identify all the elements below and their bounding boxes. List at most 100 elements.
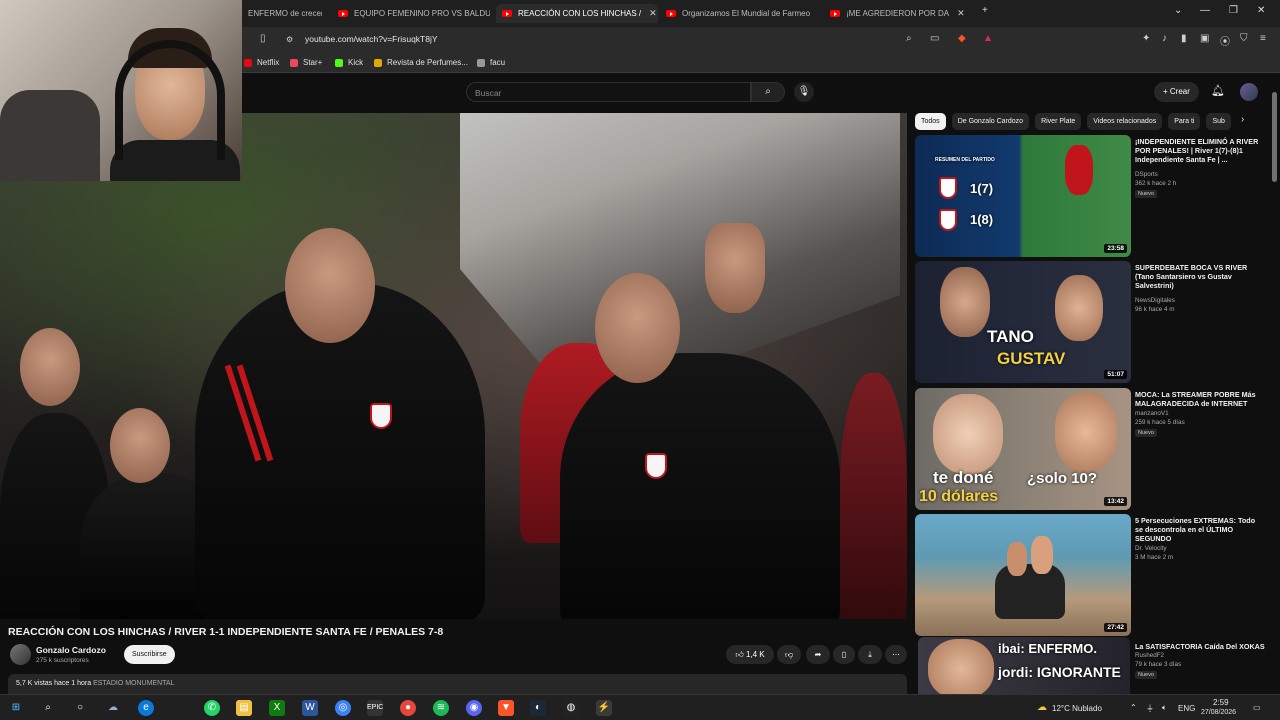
minimize-icon[interactable]: —: [1200, 5, 1210, 16]
brave-icon[interactable]: ▼: [498, 700, 514, 716]
excel-icon[interactable]: X: [269, 700, 285, 716]
video-card-title[interactable]: MOCA: La STREAMER POBRE Más MALAGRADECID…: [1135, 390, 1265, 408]
video-card-title[interactable]: 5 Persecuciones EXTREMAS: Todo se descon…: [1135, 516, 1265, 543]
video-thumbnail[interactable]: RESUMEN DEL PARTIDO 1(7) 1(8) 23:58: [915, 135, 1131, 257]
related-video-card[interactable]: RESUMEN DEL PARTIDO 1(7) 1(8) 23:58 ¡IND…: [915, 135, 1270, 257]
bookmark-netflix[interactable]: Netflix: [244, 58, 279, 67]
word-icon[interactable]: W: [302, 700, 318, 716]
share-button[interactable]: ➦: [806, 645, 830, 664]
discord-icon[interactable]: ◉: [466, 700, 482, 716]
maximize-icon[interactable]: ❐: [1229, 5, 1238, 16]
app-icon[interactable]: ⚡: [596, 700, 612, 716]
video-card-channel[interactable]: NewsDigitales: [1135, 297, 1175, 304]
rewards-icon[interactable]: ▲: [983, 33, 993, 44]
tab-2[interactable]: EQUIPO FEMENINO PRO VS BALDU,: [332, 4, 490, 23]
dislike-button[interactable]: 👎︎: [777, 645, 801, 664]
search-icon[interactable]: ⌕: [40, 700, 56, 716]
bookmark-facu[interactable]: facu: [477, 58, 505, 67]
chevron-down-icon[interactable]: ⌄: [1174, 5, 1182, 16]
tab-4[interactable]: Organizamos El Mundial de Farmeo: [660, 4, 816, 23]
bookmark-folder[interactable]: Revista de Perfumes...: [374, 58, 468, 67]
bell-icon[interactable]: 🔔︎: [1211, 84, 1225, 97]
epic-games-icon[interactable]: EPIC: [367, 700, 383, 716]
video-thumbnail[interactable]: te doné ¿solo 10? 10 dólares 13:42: [915, 388, 1131, 510]
zoom-icon[interactable]: ⌕: [906, 33, 912, 44]
wallet-icon[interactable]: ▣: [1200, 33, 1209, 44]
new-tab-icon[interactable]: +: [982, 5, 988, 16]
weather-icon[interactable]: ☁: [1034, 700, 1050, 716]
like-button[interactable]: 👍︎ 1,4 K: [726, 645, 774, 664]
download-button[interactable]: ⤓: [858, 645, 882, 664]
task-view-icon[interactable]: ○: [72, 700, 88, 716]
close-icon[interactable]: ✕: [649, 8, 657, 19]
search-input[interactable]: Buscar: [466, 82, 751, 102]
bookmark-kick[interactable]: Kick: [335, 58, 363, 67]
url-field[interactable]: youtube.com/watch?v=FrisuqkT8jY: [305, 34, 438, 44]
video-card-channel[interactable]: Dr. Velocity: [1135, 545, 1167, 552]
subscribe-button[interactable]: Suscribirse: [124, 645, 175, 664]
channel-name[interactable]: Gonzalo Cardozo: [36, 645, 106, 655]
chip-channel[interactable]: De Gonzalo Cardozo: [951, 113, 1030, 130]
app-icon[interactable]: ◎: [335, 700, 351, 716]
vpn-icon[interactable]: ⦿: [1220, 33, 1230, 48]
weather-text[interactable]: 12°C Nublado: [1052, 704, 1102, 713]
language-indicator[interactable]: ENG: [1178, 704, 1195, 713]
chip-related[interactable]: Videos relacionados: [1087, 113, 1163, 130]
music-icon[interactable]: ♪: [1162, 33, 1167, 44]
video-thumbnail[interactable]: TANO GUSTAV 51:07: [915, 261, 1131, 383]
page-scrollbar[interactable]: [1272, 92, 1277, 182]
create-button[interactable]: + Crear: [1154, 82, 1199, 102]
video-card-channel[interactable]: RushedF2: [1135, 652, 1164, 659]
sidebar-icon[interactable]: ▮: [1181, 33, 1187, 44]
search-button[interactable]: ⌕: [751, 82, 785, 102]
clock-date[interactable]: 27/08/2026: [1201, 709, 1236, 716]
chip-river[interactable]: River Plate: [1035, 113, 1082, 130]
bookmark-starplus[interactable]: Star+: [290, 58, 322, 67]
more-button[interactable]: ⋯: [885, 645, 907, 664]
shield-icon[interactable]: ⛉: [1240, 33, 1248, 44]
video-card-title[interactable]: La SATISFACTORIA Caída Del XOKAS: [1135, 642, 1265, 651]
related-video-card[interactable]: te doné ¿solo 10? 10 dólares 13:42 MOCA:…: [915, 388, 1270, 510]
window-close-icon[interactable]: ✕: [1257, 5, 1265, 16]
chevron-right-icon[interactable]: ›: [1241, 114, 1244, 125]
brave-shield-icon[interactable]: ◆: [958, 33, 966, 44]
save-button[interactable]: ▯: [833, 645, 855, 664]
notification-icon[interactable]: ▭: [1253, 703, 1261, 712]
file-explorer-icon[interactable]: ▤: [236, 700, 252, 716]
site-info-icon[interactable]: ⚙: [286, 35, 293, 44]
cast-icon[interactable]: ▭: [930, 33, 939, 44]
menu-icon[interactable]: ≡: [1260, 33, 1266, 44]
usb-icon[interactable]: ⏚: [1146, 703, 1154, 714]
whatsapp-icon[interactable]: ✆: [204, 700, 220, 716]
account-avatar[interactable]: [1240, 83, 1258, 101]
video-card-channel[interactable]: DSports: [1135, 171, 1158, 178]
chrome-icon[interactable]: ●: [400, 700, 416, 716]
video-thumbnail[interactable]: ibai: ENFERMO. jordi: IGNORANTE: [918, 637, 1130, 694]
related-video-card[interactable]: 27:42 5 Persecuciones EXTREMAS: Todo se …: [915, 514, 1270, 636]
close-icon[interactable]: ✕: [957, 8, 965, 19]
channel-avatar[interactable]: [10, 644, 31, 665]
tab-5[interactable]: ¡ME AGREDIERON POR DA ✕: [824, 4, 974, 23]
obs-icon[interactable]: ◍: [563, 700, 579, 716]
video-card-title[interactable]: ¡INDEPENDIENTE ELIMINÓ A RIVER POR PENAL…: [1135, 137, 1265, 164]
chip-sub[interactable]: Sub: [1206, 113, 1231, 130]
tab-1[interactable]: ENFERMO de crecer e: [242, 4, 322, 23]
tab-active[interactable]: REACCIÓN CON LOS HINCHAS / ✕: [496, 4, 658, 23]
video-player[interactable]: [0, 113, 907, 619]
video-card-channel[interactable]: manzanoV1: [1135, 410, 1169, 417]
clock-time[interactable]: 2:59: [1213, 698, 1229, 707]
speaker-icon[interactable]: 🔈︎: [1162, 703, 1167, 713]
video-thumbnail[interactable]: 27:42: [915, 514, 1131, 636]
extensions-icon[interactable]: ✦: [1142, 33, 1150, 44]
steam-icon[interactable]: ◐: [530, 700, 546, 716]
spotify-icon[interactable]: ≋: [433, 700, 449, 716]
video-card-title[interactable]: SUPERDEBATE BOCA VS RIVER (Tano Santarsi…: [1135, 263, 1265, 290]
edge-icon[interactable]: e: [138, 700, 154, 716]
widgets-icon[interactable]: ☁: [105, 700, 121, 716]
mic-button[interactable]: 🎙︎: [794, 82, 814, 102]
bookmark-icon[interactable]: ▯: [260, 33, 266, 44]
related-video-card[interactable]: TANO GUSTAV 51:07 SUPERDEBATE BOCA VS RI…: [915, 261, 1270, 383]
tray-chevron-icon[interactable]: ⌃: [1130, 703, 1137, 712]
windows-start-icon[interactable]: ⊞: [8, 700, 24, 716]
description-box[interactable]: 5,7 K vistas hace 1 hora ESTADIO MONUMEN…: [8, 674, 907, 694]
